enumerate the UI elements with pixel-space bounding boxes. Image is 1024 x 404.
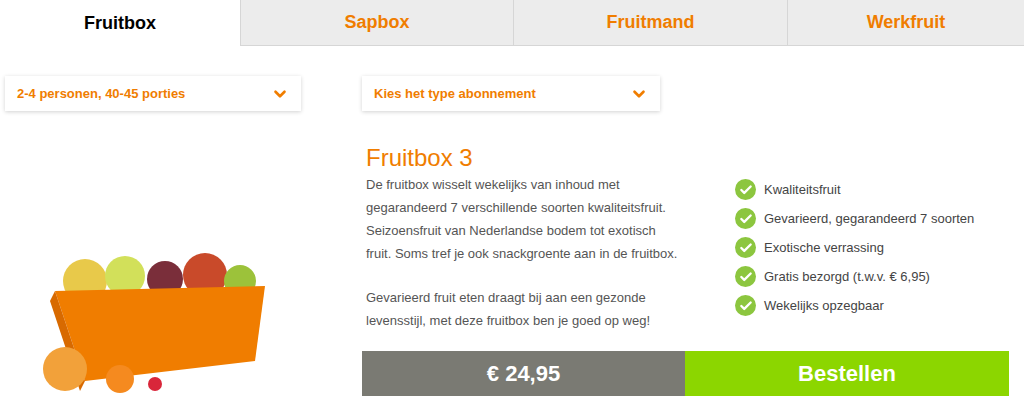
chevron-down-icon bbox=[630, 85, 648, 103]
check-icon bbox=[735, 208, 756, 229]
order-bar: € 24,95Bestellen bbox=[362, 351, 1009, 396]
feature-item: Kwaliteitsfruit bbox=[735, 175, 974, 204]
tab[interactable]: Fruitmand bbox=[513, 0, 787, 46]
price: € 24,95 bbox=[362, 351, 685, 396]
feature-item: Gevarieerd, gegarandeerd 7 soorten bbox=[735, 204, 974, 233]
chevron-down-icon bbox=[271, 85, 289, 103]
left-column: 2-4 personen, 40-45 porties bbox=[0, 76, 362, 396]
check-icon bbox=[735, 237, 756, 258]
check-icon bbox=[735, 179, 756, 200]
dropdown-label: Kies het type abonnement bbox=[374, 84, 536, 104]
check-icon bbox=[735, 295, 756, 316]
product-description: De fruitbox wisselt wekelijks van inhoud… bbox=[366, 173, 731, 351]
check-icon bbox=[735, 266, 756, 287]
tab[interactable]: Fruitbox bbox=[0, 0, 240, 46]
tab[interactable]: Sapbox bbox=[240, 0, 513, 46]
filter-dropdown[interactable]: Kies het type abonnement bbox=[362, 76, 660, 111]
order-button[interactable]: Bestellen bbox=[685, 351, 1009, 396]
dropdown-label: 2-4 personen, 40-45 porties bbox=[17, 84, 185, 104]
product-title: Fruitbox 3 bbox=[366, 143, 1009, 173]
tab-bar: FruitboxSapboxFruitmandWerkfruit bbox=[0, 0, 1024, 46]
right-column: Kies het type abonnement Fruitbox 3De fru… bbox=[362, 76, 1009, 396]
feature-item: Gratis bezorgd (t.w.v. € 6,95) bbox=[735, 262, 974, 291]
product-image bbox=[25, 241, 275, 396]
page: FruitboxSapboxFruitmandWerkfruit2-4 pers… bbox=[0, 0, 1024, 404]
filter-dropdown[interactable]: 2-4 personen, 40-45 porties bbox=[5, 76, 301, 111]
product-details: De fruitbox wisselt wekelijks van inhoud… bbox=[366, 173, 1009, 351]
content: 2-4 personen, 40-45 porties Kies het type… bbox=[0, 46, 1024, 396]
feature-item: Exotische verrassing bbox=[735, 233, 974, 262]
feature-item: Wekelijks opzegbaar bbox=[735, 291, 974, 320]
tab[interactable]: Werkfruit bbox=[787, 0, 1024, 46]
description-paragraph: Gevarieerd fruit eten draagt bij aan een… bbox=[366, 286, 731, 332]
description-paragraph: De fruitbox wisselt wekelijks van inhoud… bbox=[366, 173, 731, 265]
feature-list: KwaliteitsfruitGevarieerd, gegarandeerd … bbox=[735, 173, 974, 351]
